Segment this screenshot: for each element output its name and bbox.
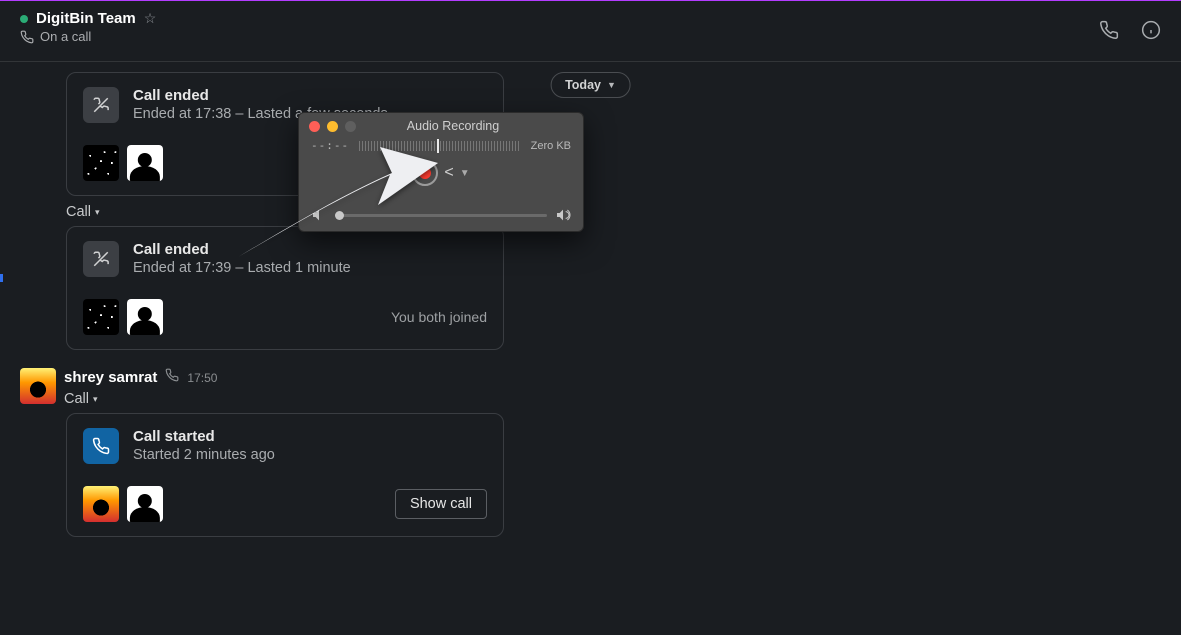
- volume-low-icon: [311, 207, 327, 223]
- avatar[interactable]: [83, 486, 119, 522]
- status-row: On a call: [20, 29, 156, 44]
- call-dropdown[interactable]: Call ▾: [64, 391, 217, 407]
- call-ended-icon: [83, 87, 119, 123]
- star-icon[interactable]: ☆: [144, 10, 157, 27]
- recording-time: --:--: [311, 139, 349, 152]
- chevron-down-icon[interactable]: ▼: [460, 168, 470, 179]
- call-card: Call ended Ended at 17:39 – Lasted 1 min…: [66, 226, 504, 350]
- avatar[interactable]: [127, 145, 163, 181]
- participant-avatars: [83, 145, 163, 181]
- call-status-sub: Started 2 minutes ago: [133, 447, 275, 463]
- presence-dot: [20, 15, 28, 23]
- close-icon[interactable]: [309, 121, 320, 132]
- show-call-button[interactable]: Show call: [395, 489, 487, 519]
- audio-waveform: [359, 141, 521, 151]
- channel-header: DigitBin Team ☆ On a call: [0, 0, 1181, 62]
- window-titlebar[interactable]: Audio Recording: [299, 113, 583, 135]
- author-name[interactable]: shrey samrat: [64, 369, 157, 386]
- call-status-title: Call ended: [133, 87, 388, 104]
- phone-icon: [20, 30, 34, 44]
- avatar[interactable]: [83, 145, 119, 181]
- window-title: Audio Recording: [333, 119, 573, 133]
- participant-avatars: [83, 486, 163, 522]
- record-button[interactable]: [412, 160, 438, 186]
- header-left: DigitBin Team ☆ On a call: [20, 10, 156, 44]
- phone-icon: [165, 368, 179, 387]
- call-button[interactable]: [1099, 20, 1119, 40]
- call-active-icon: [83, 428, 119, 464]
- avatar[interactable]: [127, 486, 163, 522]
- avatar[interactable]: [83, 299, 119, 335]
- call-status-title: Call ended: [133, 241, 351, 258]
- call-card: Call started Started 2 minutes ago Show …: [66, 413, 504, 537]
- message-row: shrey samrat 17:50 Call ▾: [20, 368, 1181, 413]
- call-dropdown[interactable]: Call ▾: [66, 204, 1181, 220]
- call-status-title: Call started: [133, 428, 275, 445]
- recording-size: Zero KB: [531, 140, 571, 152]
- caret-down-icon: ▾: [95, 207, 100, 218]
- volume-high-icon: [555, 207, 571, 223]
- title-row[interactable]: DigitBin Team ☆: [20, 10, 156, 27]
- header-right: [1099, 10, 1161, 40]
- user-avatar[interactable]: [20, 368, 56, 404]
- volume-slider[interactable]: [335, 214, 547, 217]
- date-divider[interactable]: Today ▼: [550, 72, 631, 98]
- date-label: Today: [565, 78, 601, 92]
- avatar[interactable]: [127, 299, 163, 335]
- joined-text: You both joined: [391, 309, 487, 325]
- call-ended-icon: [83, 241, 119, 277]
- participant-avatars: [83, 299, 163, 335]
- message-time: 17:50: [187, 371, 217, 385]
- chevron-down-icon: ▼: [607, 80, 616, 90]
- status-text: On a call: [40, 29, 91, 44]
- audio-recording-window[interactable]: Audio Recording --:-- Zero KB < ▼: [298, 112, 584, 232]
- channel-name: DigitBin Team: [36, 10, 136, 27]
- message-pane: Today ▼ Call ended Ended at 17:38 – Last…: [0, 62, 1181, 635]
- call-status-sub: Ended at 17:39 – Lasted 1 minute: [133, 260, 351, 276]
- caret-down-icon: ▾: [93, 394, 98, 405]
- info-button[interactable]: [1141, 20, 1161, 40]
